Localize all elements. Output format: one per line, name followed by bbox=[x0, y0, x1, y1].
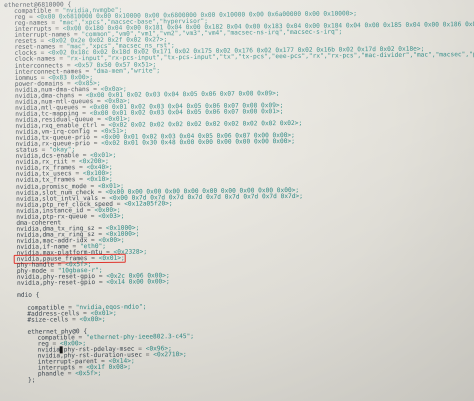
equals-sign: = bbox=[63, 370, 76, 378]
property-value: "ethernet-phy-ieee802.3-c45"; bbox=[85, 332, 195, 341]
property-value: <0x03>; bbox=[98, 212, 125, 220]
code-line: nvidia,phy-reset-gpio = <0x14 0x00 0x00>… bbox=[17, 279, 170, 288]
property-value: <0x2710>; bbox=[153, 350, 187, 359]
property-name: }; bbox=[27, 376, 36, 384]
property-value: <0x5f>; bbox=[75, 370, 102, 378]
property-name: mdio { bbox=[17, 291, 40, 300]
equals-sign: = bbox=[95, 279, 107, 287]
code-editor-screen: ethernet@6810000 {compatible = "nvidia,n… bbox=[0, 0, 474, 401]
equals-sign: = bbox=[68, 315, 80, 323]
equals-sign: = bbox=[142, 351, 154, 359]
equals-sign: = bbox=[87, 212, 99, 220]
code-line: }; bbox=[28, 377, 36, 385]
property-value: <0x14 0x00 0x00>; bbox=[106, 278, 170, 287]
code-line: #size-cells = <0x00>; bbox=[27, 316, 105, 324]
equals-sign: = bbox=[89, 140, 102, 148]
code-line: phandle = <0x5f>; bbox=[38, 370, 101, 378]
property-value: <0x01>; bbox=[98, 254, 125, 263]
property-name: #size-cells bbox=[27, 315, 69, 324]
property-name: nvidia,phy-reset-gpio bbox=[16, 279, 96, 288]
property-value: <0x02 0x01 0x30 0x48 0x00 0x00 0x00 0x00… bbox=[101, 138, 295, 148]
property-value: <0x02 0x02 0x02 0x02 0x02 0x02 0x02 0x02… bbox=[108, 119, 303, 129]
property-value: "dma-mem","write"; bbox=[92, 66, 161, 75]
code-line: mdio { bbox=[17, 292, 39, 300]
property-value: <0x12a05f20>; bbox=[124, 199, 173, 208]
property-value: <0x00>; bbox=[79, 315, 106, 323]
property-name: phandle bbox=[37, 370, 65, 378]
text-cursor bbox=[59, 346, 63, 354]
